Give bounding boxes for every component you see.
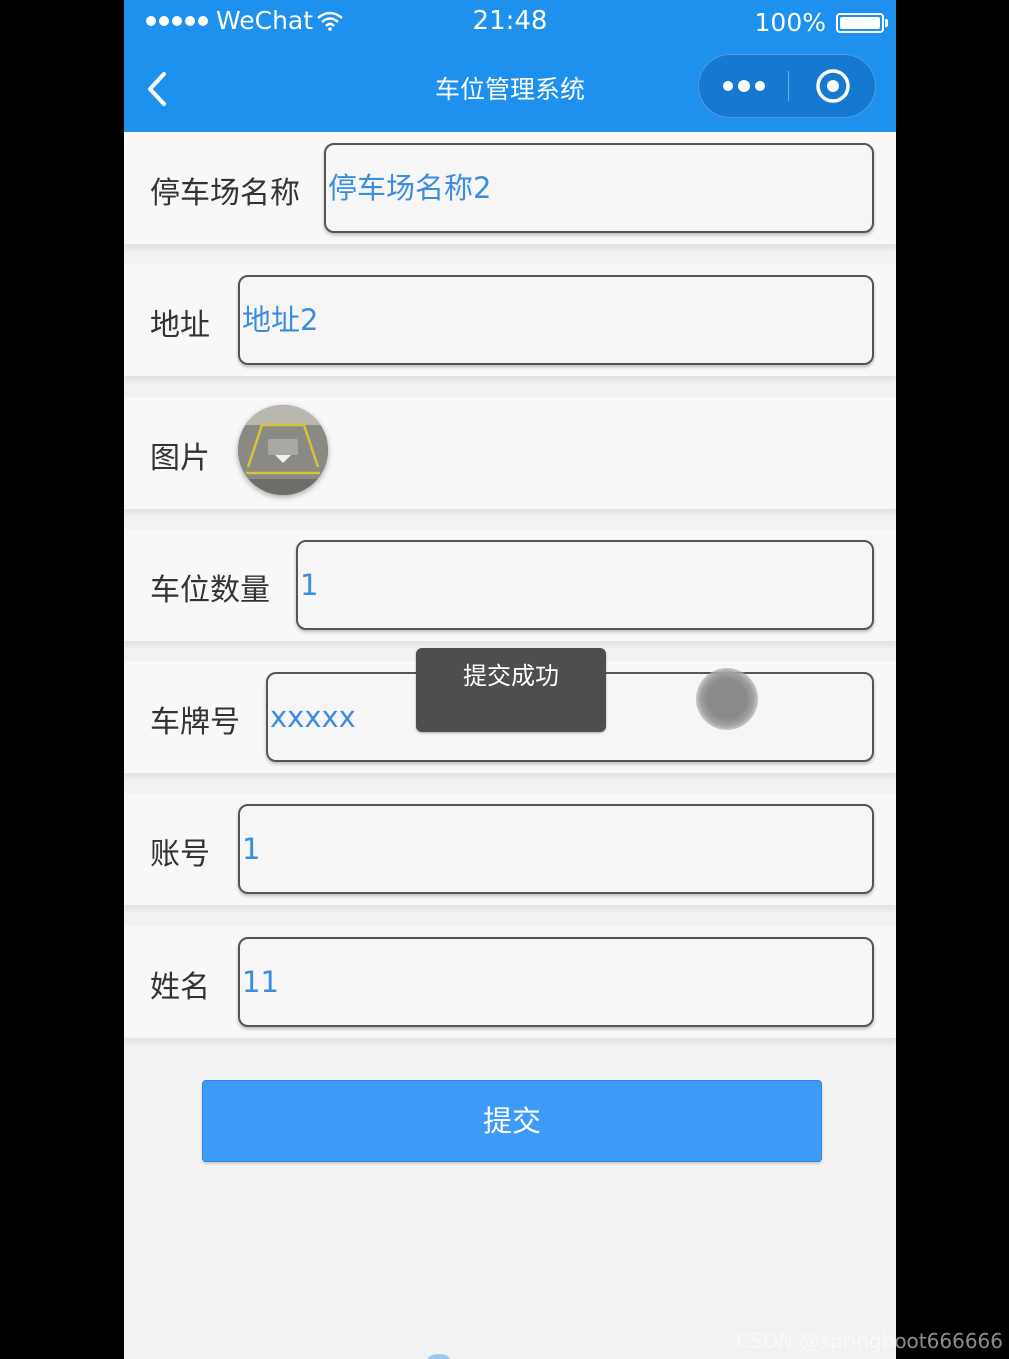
navigation-bar: 车位管理系统 bbox=[124, 42, 896, 132]
battery-indicator: 100% bbox=[754, 8, 888, 37]
name-input[interactable]: 11 bbox=[238, 937, 874, 1027]
form-row-address: 地址 地址2 bbox=[124, 264, 896, 377]
account-input[interactable]: 1 bbox=[238, 804, 874, 894]
toast-message: 提交成功 bbox=[463, 662, 559, 690]
form-row-parking-name: 停车场名称 停车场名称2 bbox=[124, 132, 896, 245]
loading-spinner-icon bbox=[696, 668, 758, 730]
mini-program-capsule bbox=[698, 54, 876, 118]
plate-number-label: 车牌号 bbox=[150, 705, 240, 740]
parking-image-thumbnail[interactable] bbox=[238, 405, 328, 495]
status-bar: WeChat 21:48 100% bbox=[124, 0, 896, 42]
parking-name-label: 停车场名称 bbox=[150, 176, 300, 211]
form-row-slot-count: 车位数量 1 bbox=[124, 529, 896, 642]
address-input[interactable]: 地址2 bbox=[238, 275, 874, 365]
slot-count-label: 车位数量 bbox=[150, 573, 270, 608]
submit-button[interactable]: 提交 bbox=[202, 1080, 822, 1162]
watermark: CSDN @springboot666666 bbox=[735, 1329, 1003, 1353]
battery-percent: 100% bbox=[754, 8, 826, 37]
scroll-hint bbox=[428, 1354, 450, 1359]
battery-icon bbox=[836, 12, 888, 33]
form-row-picture: 图片 bbox=[124, 397, 896, 510]
picture-label: 图片 bbox=[150, 441, 210, 476]
address-label: 地址 bbox=[150, 308, 210, 343]
close-miniprogram-icon[interactable] bbox=[789, 55, 876, 117]
slot-count-input[interactable]: 1 bbox=[296, 540, 874, 630]
success-toast: 提交成功 bbox=[416, 648, 606, 732]
form-row-name: 姓名 11 bbox=[124, 926, 896, 1039]
name-label: 姓名 bbox=[150, 970, 210, 1005]
phone-screen: WeChat 21:48 100% 车位管理系统 停车场名称 停车场名称2 地址… bbox=[124, 0, 896, 1359]
account-label: 账号 bbox=[150, 837, 210, 872]
form-row-account: 账号 1 bbox=[124, 793, 896, 906]
parking-name-input[interactable]: 停车场名称2 bbox=[324, 143, 874, 233]
more-menu-icon[interactable] bbox=[699, 55, 788, 117]
